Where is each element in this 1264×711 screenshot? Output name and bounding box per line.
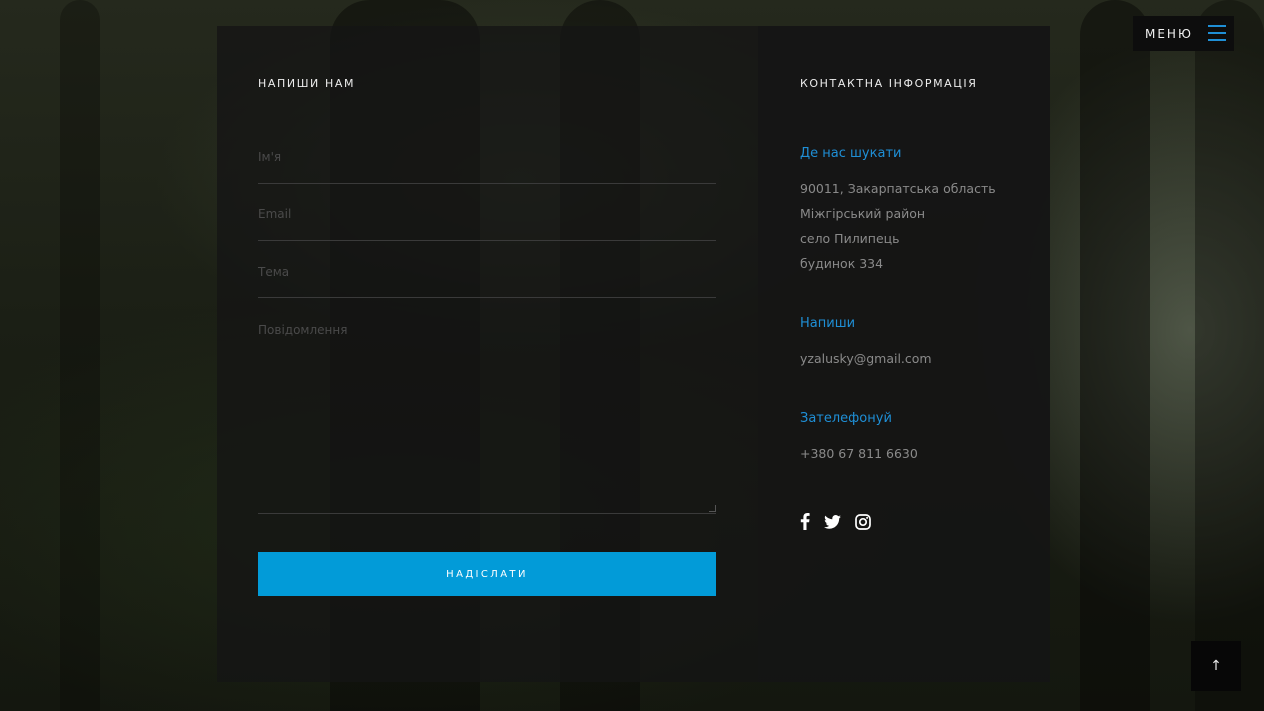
- contact-info-panel: КОНТАКТНА ІНФОРМАЦІЯ Де нас шукати 90011…: [758, 26, 1050, 682]
- menu-label: МЕНЮ: [1145, 26, 1193, 41]
- background-tree: [60, 0, 100, 711]
- submit-button[interactable]: НАДІСЛАТИ: [258, 552, 716, 596]
- message-placeholder: Повідомлення: [258, 323, 348, 337]
- address-line: 90011, Закарпатська область: [800, 181, 996, 196]
- address-line: Міжгірський район: [800, 206, 926, 221]
- social-links: [800, 513, 871, 530]
- contact-title: КОНТАКТНА ІНФОРМАЦІЯ: [800, 77, 978, 90]
- name-placeholder: Ім'я: [258, 150, 282, 164]
- email-address[interactable]: yzalusky@gmail.com: [800, 346, 932, 371]
- background-tree: [1195, 0, 1264, 711]
- call-heading: Зателефонуй: [800, 411, 892, 426]
- subject-placeholder: Тема: [258, 265, 290, 279]
- email-field[interactable]: Email: [258, 207, 716, 241]
- arrow-up-icon: ↑: [1210, 658, 1222, 674]
- email-placeholder: Email: [258, 207, 292, 221]
- name-field[interactable]: Ім'я: [258, 150, 716, 184]
- background-tree: [1080, 0, 1150, 711]
- message-textarea[interactable]: Повідомлення: [258, 323, 716, 514]
- scroll-to-top-button[interactable]: ↑: [1191, 641, 1241, 691]
- twitter-icon[interactable]: [824, 514, 841, 529]
- subject-field[interactable]: Тема: [258, 265, 716, 298]
- address-line: село Пилипець: [800, 231, 900, 246]
- facebook-icon[interactable]: [800, 513, 810, 530]
- menu-button[interactable]: МЕНЮ: [1133, 16, 1234, 51]
- write-heading: Напиши: [800, 316, 856, 331]
- resize-handle-icon[interactable]: [709, 505, 716, 512]
- address-block: 90011, Закарпатська область Міжгірський …: [800, 176, 996, 276]
- form-title: НАПИШИ НАМ: [258, 77, 356, 90]
- hamburger-icon: [1208, 25, 1226, 42]
- instagram-icon[interactable]: [855, 513, 871, 530]
- phone-number[interactable]: +380 67 811 6630: [800, 441, 918, 466]
- location-heading: Де нас шукати: [800, 146, 902, 161]
- address-line: будинок 334: [800, 256, 884, 271]
- contact-form-panel: НАПИШИ НАМ Ім'я Email Тема Повідомлення …: [217, 26, 758, 682]
